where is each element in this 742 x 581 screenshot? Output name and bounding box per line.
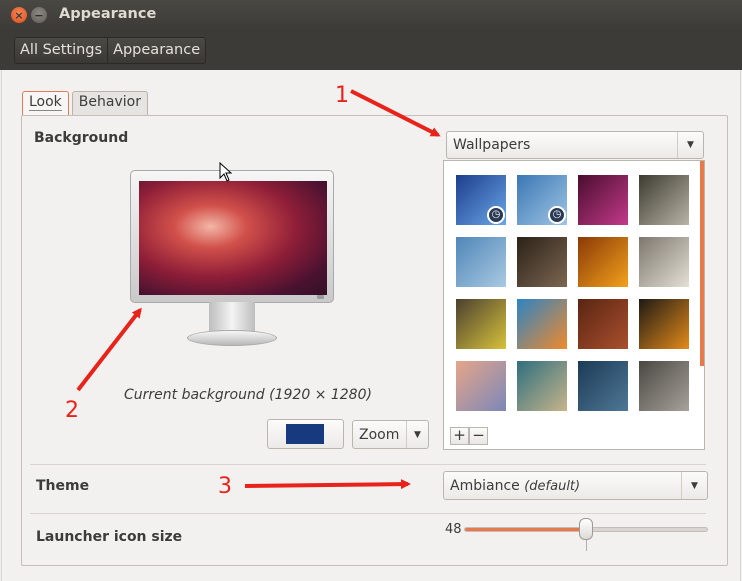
window-title: Appearance <box>59 6 157 22</box>
close-icon[interactable]: × <box>11 7 27 23</box>
background-mode-select[interactable]: Zoom ▼ <box>352 420 429 449</box>
background-source-select[interactable]: Wallpapers ▼ <box>446 131 704 159</box>
launcher-icon-size-value: 48 <box>445 522 462 537</box>
wallpaper-thumbnail-birds-sky[interactable]: ◷ <box>517 175 567 225</box>
theme-select[interactable]: Ambiance (default) ▼ <box>443 471 708 500</box>
wallpaper-thumbnail-dark-ground[interactable] <box>517 237 567 287</box>
wallpaper-grid: ◷ ◷ <box>456 175 694 411</box>
separator <box>30 513 706 514</box>
tab-look-label: Look <box>29 94 62 111</box>
tab-behavior-label: Behavior <box>78 94 141 110</box>
wallpaper-thumbnail-teal-abstract[interactable] <box>517 361 567 411</box>
wallpaper-scrollbar[interactable] <box>700 161 704 366</box>
chevron-down-icon: ▼ <box>681 472 707 499</box>
wallpaper-thumbnail-graffiti[interactable] <box>517 299 567 349</box>
theme-default-suffix: (default) <box>524 478 581 494</box>
breadcrumb: All Settings Appearance <box>14 37 207 64</box>
theme-label: Theme <box>36 478 90 494</box>
wallpaper-thumbnail-blue-streaks[interactable]: ◷ <box>456 175 506 225</box>
wallpaper-thumbnail-orange-lily[interactable] <box>578 237 628 287</box>
wallpaper-thumbnail-yellow-flower[interactable] <box>456 299 506 349</box>
wallpaper-thumbnail-sunset-city[interactable] <box>456 361 506 411</box>
wallpaper-chooser: ◷ ◷ + − <box>443 160 705 450</box>
theme-value: Ambiance <box>450 477 520 494</box>
wallpaper-thumbnail-white-blossoms[interactable] <box>639 175 689 225</box>
monitor-bezel <box>130 170 334 303</box>
toolbar: All Settings Appearance <box>0 30 742 70</box>
add-wallpaper-button[interactable]: + <box>450 427 469 445</box>
mouse-pointer-icon <box>219 162 233 182</box>
annotation-number-2: 2 <box>65 398 79 423</box>
current-background-preview <box>139 181 327 295</box>
wallpaper-thumbnail-magenta-flower[interactable] <box>578 175 628 225</box>
theme-select-text: Ambiance (default) <box>444 478 681 494</box>
minimize-icon[interactable]: − <box>31 7 47 23</box>
background-mode-value: Zoom <box>359 426 400 443</box>
annotation-number-3: 3 <box>218 474 232 499</box>
slider-handle[interactable] <box>579 518 593 540</box>
current-background-caption: Current background (1920 × 1280) <box>124 387 372 403</box>
wallpaper-thumbnail-rust-leaf[interactable] <box>578 299 628 349</box>
chevron-down-icon: ▼ <box>677 132 703 158</box>
tab-behavior[interactable]: Behavior <box>71 91 148 115</box>
background-source-value: Wallpapers <box>453 137 531 153</box>
slider-tick <box>586 540 587 551</box>
tab-bar: Look Behavior <box>22 91 148 115</box>
background-preview-monitor <box>130 170 335 350</box>
wallpaper-thumbnail-birds-flock[interactable] <box>456 237 506 287</box>
wallpaper-thumbnail-grey-bokeh[interactable] <box>639 361 689 411</box>
wallpaper-thumbnail-blue-tiles[interactable] <box>578 361 628 411</box>
breadcrumb-appearance[interactable]: Appearance <box>107 38 205 63</box>
monitor-power-led <box>317 295 324 299</box>
breadcrumb-all-settings[interactable]: All Settings <box>15 38 107 63</box>
remove-wallpaper-button[interactable]: − <box>469 427 488 445</box>
background-color-button[interactable] <box>267 419 344 449</box>
wallpaper-thumbnail-dandelion[interactable] <box>639 237 689 287</box>
annotation-number-1: 1 <box>335 83 349 108</box>
chevron-down-icon: ▼ <box>406 421 428 448</box>
background-label: Background <box>34 130 129 146</box>
launcher-icon-size-label: Launcher icon size <box>36 529 183 545</box>
separator <box>30 464 706 465</box>
color-swatch <box>286 424 324 444</box>
title-bar: × − Appearance <box>0 0 742 30</box>
clock-icon: ◷ <box>487 206 505 224</box>
wallpaper-thumbnail-orange-swirl[interactable] <box>639 299 689 349</box>
slider-fill <box>465 528 587 531</box>
tab-look[interactable]: Look <box>22 91 69 115</box>
clock-icon: ◷ <box>548 206 566 224</box>
wallpaper-toolbar: + − <box>450 427 488 445</box>
monitor-stand <box>187 330 277 346</box>
